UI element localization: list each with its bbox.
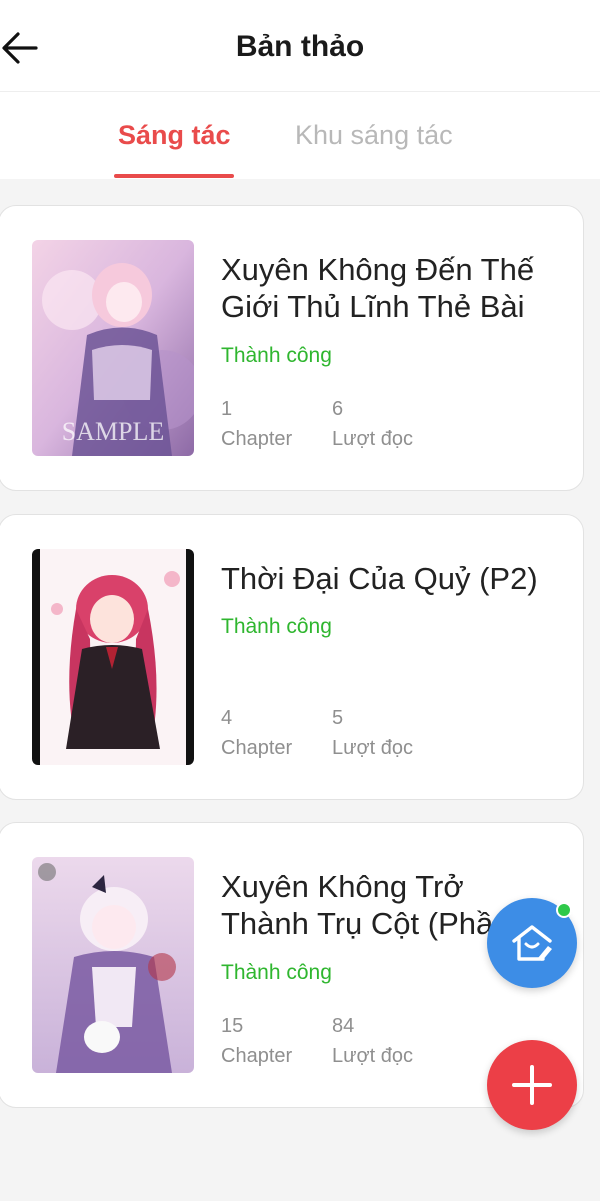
chapter-count-label: Chapter — [221, 1045, 293, 1067]
book-cover — [32, 857, 194, 1073]
read-count-label: Lượt đọc — [332, 1045, 413, 1067]
tab-bar: Sáng tác Khu sáng tác — [0, 92, 600, 179]
work-title: Xuyên Không Đến Thế Giới Thủ Lĩnh Thẻ Bà… — [221, 251, 571, 325]
tab-sang-tac[interactable]: Sáng tác — [118, 120, 231, 151]
page-title: Bản thảo — [235, 30, 365, 63]
app-header: Bản thảo — [0, 0, 600, 92]
chapter-count: 15 Chapter — [221, 1011, 292, 1071]
chapter-count-label: Chapter — [221, 428, 293, 450]
tab-khu-sang-tac[interactable]: Khu sáng tác — [295, 120, 453, 151]
read-count-value: 84 — [332, 1015, 355, 1037]
read-count-value: 6 — [332, 398, 344, 420]
book-cover: SAMPLE — [32, 240, 194, 456]
read-count-value: 5 — [332, 707, 344, 729]
status-badge: Thành công — [221, 344, 332, 367]
active-tab-indicator — [114, 174, 234, 178]
add-work-button[interactable] — [487, 1040, 577, 1130]
home-edit-icon — [512, 925, 552, 961]
plus-icon — [512, 1065, 552, 1105]
chapter-count: 1 Chapter — [221, 394, 292, 454]
chapter-count-value: 4 — [221, 707, 233, 729]
book-cover — [32, 549, 194, 765]
chapter-count-value: 1 — [221, 398, 233, 420]
status-badge: Thành công — [221, 615, 332, 638]
cover-watermark: SAMPLE — [62, 417, 165, 446]
online-indicator-dot — [556, 902, 572, 918]
work-card[interactable]: Thời Đại Của Quỷ (P2) Thành công 4 Chapt… — [0, 514, 584, 800]
work-title-line: Thời Đại Của Quỷ (P2) — [221, 561, 538, 596]
work-title-line: Xuyên Không Đến Thế — [221, 252, 535, 287]
work-title-line: Giới Thủ Lĩnh Thẻ Bài — [221, 289, 525, 324]
read-count: 6 Lượt đọc — [332, 394, 413, 454]
read-count-label: Lượt đọc — [332, 428, 413, 450]
chapter-count-label: Chapter — [221, 737, 293, 759]
read-count-label: Lượt đọc — [332, 737, 413, 759]
read-count: 5 Lượt đọc — [332, 703, 413, 763]
work-card[interactable]: SAMPLE Xuyên Không Đến Thế Giới Thủ Lĩnh… — [0, 205, 584, 491]
chapter-count: 4 Chapter — [221, 703, 292, 763]
read-count: 84 Lượt đọc — [332, 1011, 413, 1071]
work-title: Thời Đại Của Quỷ (P2) — [221, 560, 571, 597]
chapter-count-value: 15 — [221, 1015, 244, 1037]
status-badge: Thành công — [221, 961, 332, 984]
